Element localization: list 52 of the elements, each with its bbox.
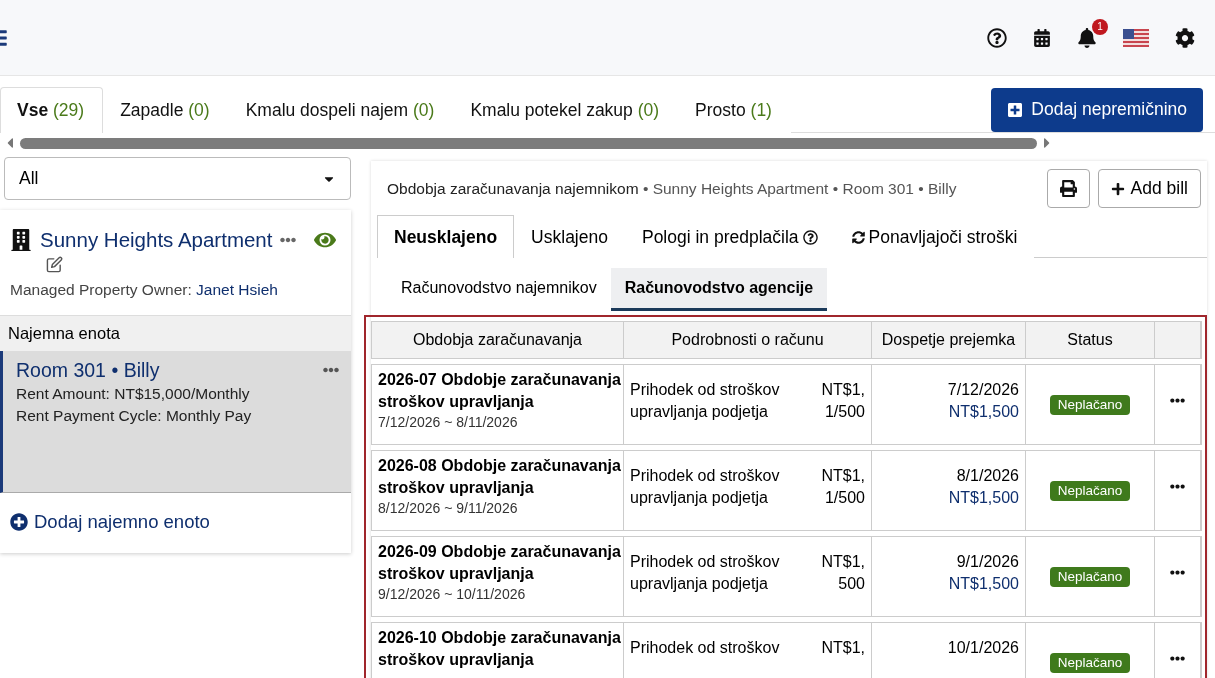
table-cell: 10/1/2026 (872, 623, 1026, 678)
section-heading: Najemna enota (0, 315, 351, 351)
help-icon[interactable] (987, 27, 1007, 48)
status-badge: Neplačano (1049, 653, 1131, 673)
payment-cycle: Rent Payment Cycle: Monthly Pay (16, 406, 253, 426)
building-icon (10, 229, 32, 251)
unit-item[interactable]: Room 301 • Billy Rent Amount: NT$15,000/Monthly Rent Payment Cycle: Monthly Pay (0, 351, 351, 493)
plus-icon (10, 513, 28, 531)
table-cell: 9/1/2026 NT$1,500 (872, 537, 1026, 616)
table-cell: 2026-07 Obdobje zaračunavanja stroškov upravljanja 7/12/2026 ~ 8/11/2026 (372, 365, 624, 444)
status-badge: Neplačano (1049, 567, 1131, 587)
table-cell: 8/1/2026 NT$1,500 (872, 451, 1026, 530)
print-button[interactable] (1046, 169, 1090, 208)
refresh-icon (851, 230, 865, 244)
scrollbar-thumb[interactable] (20, 137, 1037, 149)
accounting-tab[interactable]: Računovodstvo najemnikov (387, 268, 611, 311)
table-cell: 7/12/2026 NT$1,500 (872, 365, 1026, 444)
property-name[interactable]: Sunny Heights Apartment (40, 228, 273, 252)
filter-tab[interactable]: Vse (29) (0, 87, 104, 133)
column-header: Podrobnosti o računu (624, 322, 872, 358)
add-bill-button[interactable]: Add bill (1097, 169, 1201, 208)
table-cell: Prihodek od stroškov upravljanja podjetja NT$1, 1/500 (624, 451, 872, 530)
breadcrumb: Obdobja zaračunavanja najemnikom • Sunny Heights Apartment • Room 301 • Billy (387, 179, 957, 198)
notification-badge: 1 (1092, 18, 1108, 35)
plus-icon (1007, 101, 1024, 118)
calendar-icon[interactable] (1033, 28, 1051, 47)
edit-icon[interactable] (46, 256, 63, 273)
plus-icon (1110, 181, 1125, 196)
add-unit-button[interactable]: Dodaj najemno enoto (10, 511, 210, 533)
table-cell: 2026-09 Obdobje zaračunavanja stroškov upravljanja 9/12/2026 ~ 10/11/2026 (372, 537, 624, 616)
column-header: Obdobja zaračunavanja (372, 322, 624, 358)
bell-icon[interactable] (1077, 27, 1097, 48)
unit-title: Room 301 • Billy (16, 358, 160, 383)
column-header: Status (1026, 322, 1155, 358)
accounting-tab[interactable]: Računovodstvo agencije (610, 268, 828, 311)
table-cell: 2026-10 Obdobje zaračunavanja stroškov upravljanja (372, 623, 624, 678)
table-cell: Prihodek od stroškov NT$1, (624, 623, 872, 678)
table-cell: Prihodek od stroškov upravljanja podjetja NT$1, 500 (624, 537, 872, 616)
owner-text: Managed Property Owner: Janet Hsieh (10, 281, 279, 299)
add-property-button[interactable]: Dodaj nepremičnino (991, 87, 1203, 132)
property-select[interactable]: All (4, 157, 351, 200)
column-header: Dospetje prejemka (872, 322, 1026, 358)
table-cell: 2026-08 Obdobje zaračunavanja stroškov upravljanja 8/12/2026 ~ 9/11/2026 (372, 451, 624, 530)
rent-amount: Rent Amount: NT$15,000/Monthly (16, 384, 251, 404)
table-cell: Prihodek od stroškov upravljanja podjetja NT$1, 1/500 (624, 365, 872, 444)
flag-icon[interactable] (1123, 28, 1149, 47)
help-icon (802, 229, 818, 245)
settings-icon[interactable] (1175, 27, 1195, 48)
status-badge: Neplačano (1049, 481, 1131, 501)
status-badge: Neplačano (1049, 395, 1131, 415)
print-icon (1059, 180, 1077, 197)
bill-tab[interactable]: Neusklajeno (377, 215, 515, 258)
